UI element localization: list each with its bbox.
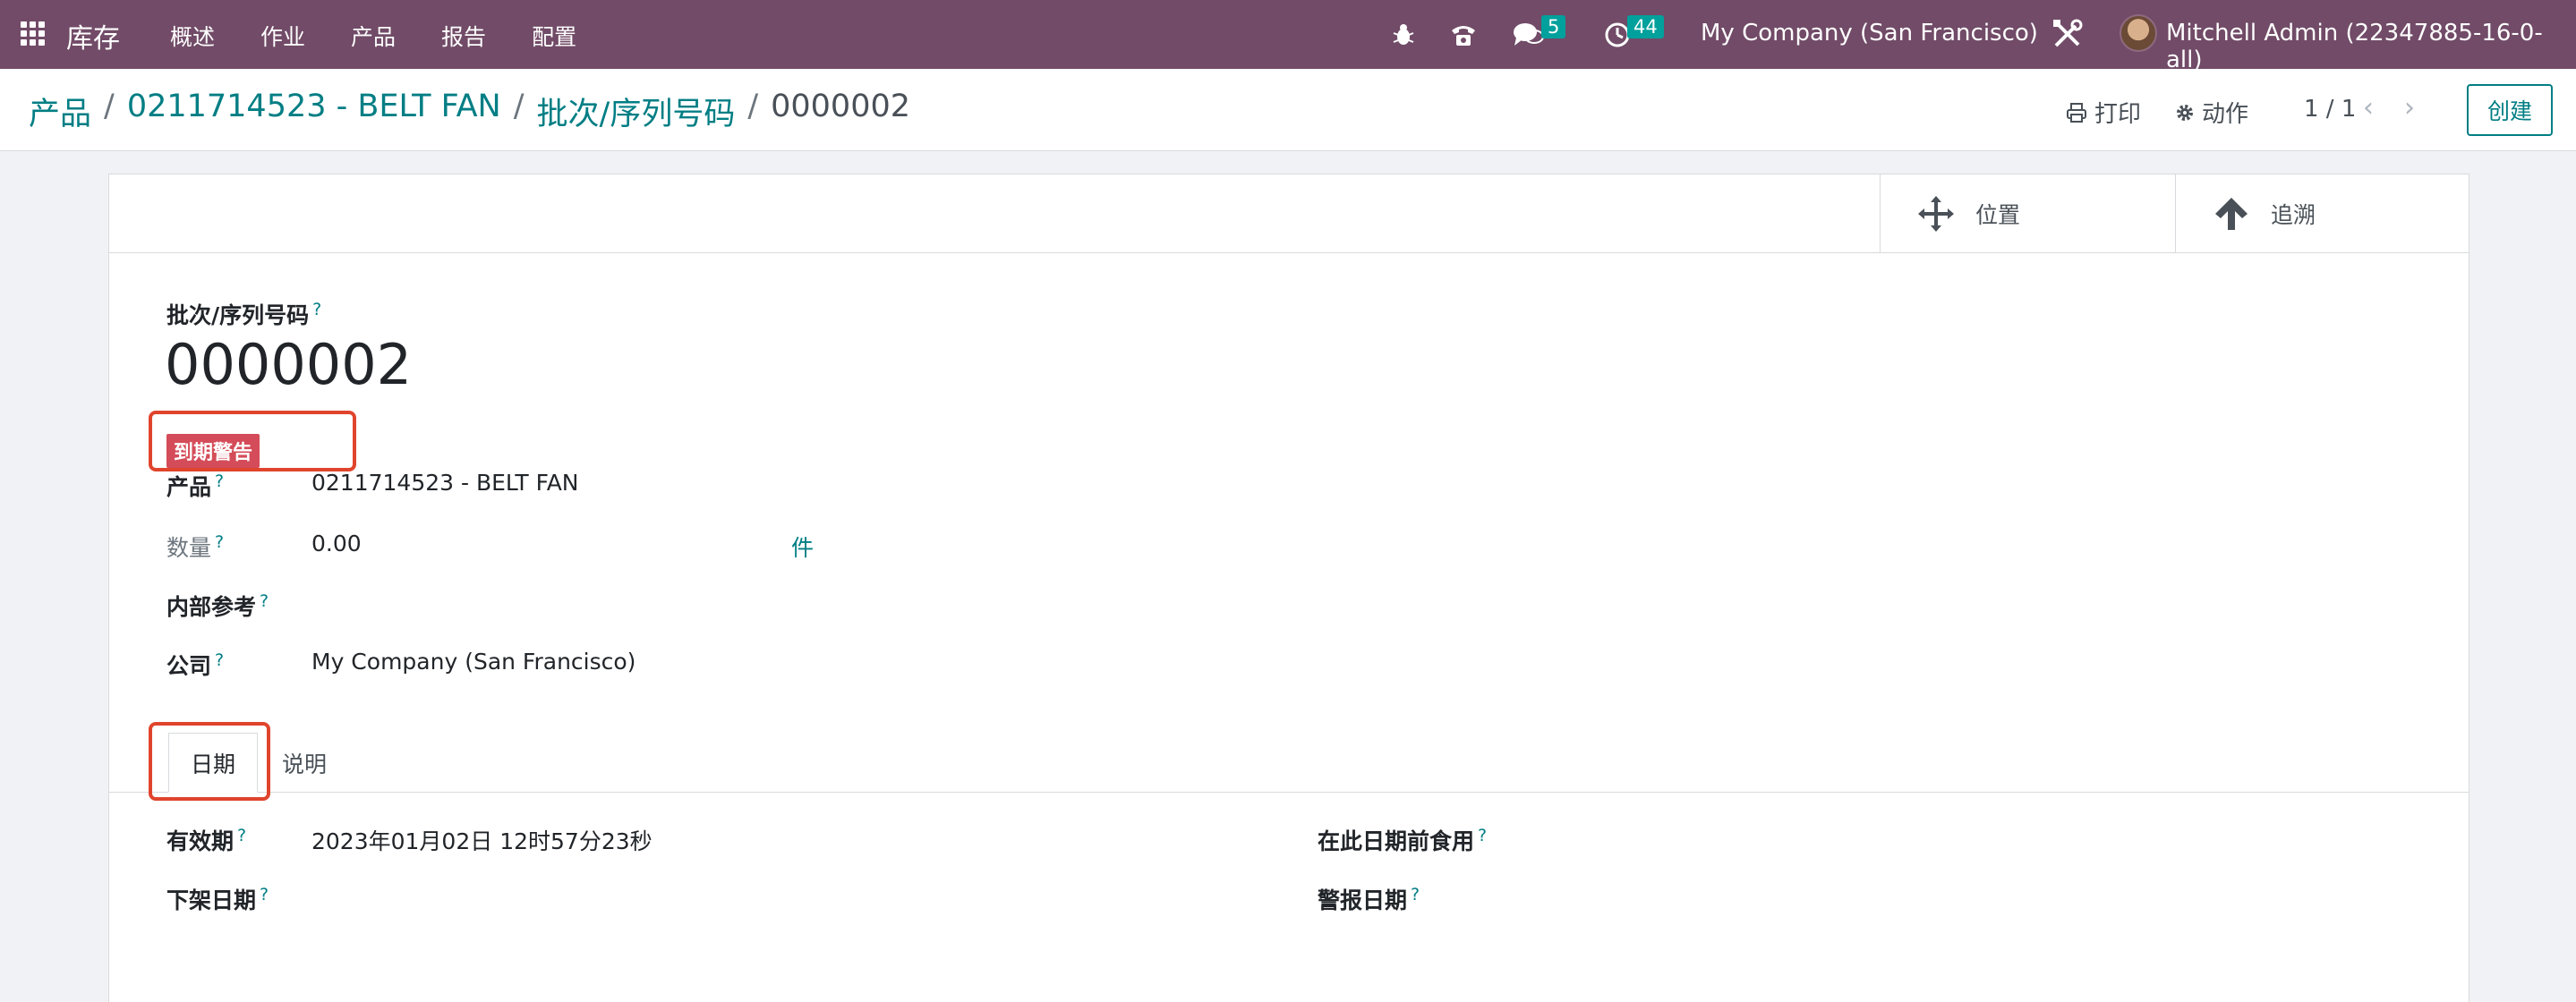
- breadcrumb-separator: /: [513, 89, 525, 124]
- print-button[interactable]: 打印: [2066, 96, 2141, 129]
- breadcrumb-current: 0000002: [771, 89, 911, 124]
- location-label: 位置: [1975, 202, 2021, 228]
- menu-item-operations[interactable]: 作业: [260, 20, 305, 52]
- menu-item-configuration[interactable]: 配置: [532, 20, 576, 52]
- activity-count-badge: 44: [1627, 15, 1664, 38]
- menu-item-reporting[interactable]: 报告: [441, 20, 486, 52]
- breadcrumb-separator: /: [747, 89, 759, 124]
- removal-date-field: 下架日期?: [166, 883, 269, 915]
- form-sheet: 位置 追溯 批次/序列号码? 0000002 到期警告 产品? 02117145…: [108, 174, 2469, 1002]
- tab-description[interactable]: 说明: [260, 733, 349, 793]
- user-avatar[interactable]: [2120, 14, 2157, 52]
- control-panel: 产品 / 0211714523 - BELT FAN / 批次/序列号码 / 0…: [0, 69, 2576, 151]
- quantity-value: 0.00: [311, 531, 362, 556]
- debug-bug-icon[interactable]: [1392, 0, 1415, 69]
- removal-date-label: 下架日期?: [166, 884, 269, 913]
- messages-count-badge: 5: [1541, 15, 1566, 38]
- apps-grid-icon[interactable]: [21, 21, 46, 47]
- company-label: 公司?: [166, 650, 225, 679]
- action-label: 动作: [2202, 101, 2249, 128]
- chevron-left-icon[interactable]: ‹: [2363, 92, 2374, 123]
- help-icon[interactable]: ?: [215, 532, 224, 552]
- tabs-divider: [109, 792, 2469, 793]
- messages-icon[interactable]: [1513, 0, 1545, 69]
- print-label: 打印: [2094, 101, 2142, 128]
- use-by-date-field: 在此日期前食用?: [1318, 824, 1487, 856]
- location-button[interactable]: 位置: [1880, 174, 2175, 253]
- help-icon[interactable]: ?: [1478, 826, 1487, 845]
- printer-icon: [2067, 102, 2086, 123]
- product-value[interactable]: 0211714523 - BELT FAN: [311, 470, 579, 496]
- main-menu: 概述 作业 产品 报告 配置: [170, 20, 622, 52]
- button-box: 位置 追溯: [109, 174, 2469, 253]
- company-switcher[interactable]: My Company (San Francisco): [1701, 20, 2038, 47]
- lot-name[interactable]: 0000002: [165, 332, 412, 397]
- breadcrumb: 产品 / 0211714523 - BELT FAN / 批次/序列号码 / 0…: [29, 89, 910, 134]
- menu-item-products[interactable]: 产品: [351, 20, 396, 52]
- help-icon[interactable]: ?: [1411, 885, 1420, 904]
- traceability-button[interactable]: 追溯: [2175, 174, 2470, 253]
- expiration-date-label: 有效期?: [166, 825, 247, 854]
- alert-date-field: 警报日期?: [1318, 883, 1420, 915]
- use-by-date-label: 在此日期前食用?: [1318, 825, 1488, 854]
- chevron-right-icon[interactable]: ›: [2404, 92, 2415, 123]
- uom-link[interactable]: 件: [791, 531, 814, 563]
- breadcrumb-products[interactable]: 产品: [29, 89, 91, 134]
- expiration-alert-badge: 到期警告: [166, 434, 260, 468]
- lot-field-label: 批次/序列号码?: [166, 298, 321, 330]
- tools-icon[interactable]: [2051, 18, 2084, 54]
- app-title[interactable]: 库存: [66, 16, 120, 55]
- tab-dates[interactable]: 日期: [168, 733, 258, 793]
- user-menu[interactable]: Mitchell Admin (22347885-16-0-all): [2166, 20, 2576, 73]
- breadcrumb-product[interactable]: 0211714523 - BELT FAN: [127, 89, 501, 134]
- help-icon[interactable]: ?: [215, 650, 224, 670]
- expiration-date-value[interactable]: 2023年01月02日 12时57分23秒: [311, 824, 653, 856]
- create-button[interactable]: 创建: [2467, 84, 2553, 136]
- action-button[interactable]: 动作: [2175, 96, 2248, 129]
- help-icon[interactable]: ?: [237, 826, 246, 845]
- help-icon[interactable]: ?: [215, 471, 224, 491]
- gear-icon: [2177, 104, 2193, 121]
- arrow-up-icon: [2215, 198, 2248, 230]
- expiration-date-field: 有效期? 2023年01月02日 12时57分23秒: [166, 824, 653, 856]
- traceability-label: 追溯: [2271, 202, 2316, 228]
- alert-date-label: 警报日期?: [1318, 884, 1420, 913]
- internal-ref-label: 内部参考?: [166, 590, 269, 620]
- help-icon[interactable]: ?: [260, 885, 269, 904]
- top-navbar: 库存 概述 作业 产品 报告 配置 5 44 My Company (San F…: [0, 0, 2576, 73]
- breadcrumb-separator: /: [104, 89, 115, 124]
- move-arrows-icon: [1918, 196, 1954, 232]
- lot-label-text: 批次/序列号码: [166, 302, 310, 328]
- product-label: 产品?: [166, 471, 225, 500]
- breadcrumb-lots[interactable]: 批次/序列号码: [537, 89, 736, 134]
- company-value[interactable]: My Company (San Francisco): [311, 649, 635, 675]
- pager-value[interactable]: 1 / 1: [2304, 96, 2356, 123]
- phone-icon[interactable]: [1449, 0, 1478, 69]
- menu-item-overview[interactable]: 概述: [170, 20, 215, 52]
- help-icon[interactable]: ?: [312, 300, 321, 319]
- quantity-label: 数量?: [166, 531, 225, 561]
- help-icon[interactable]: ?: [260, 591, 269, 611]
